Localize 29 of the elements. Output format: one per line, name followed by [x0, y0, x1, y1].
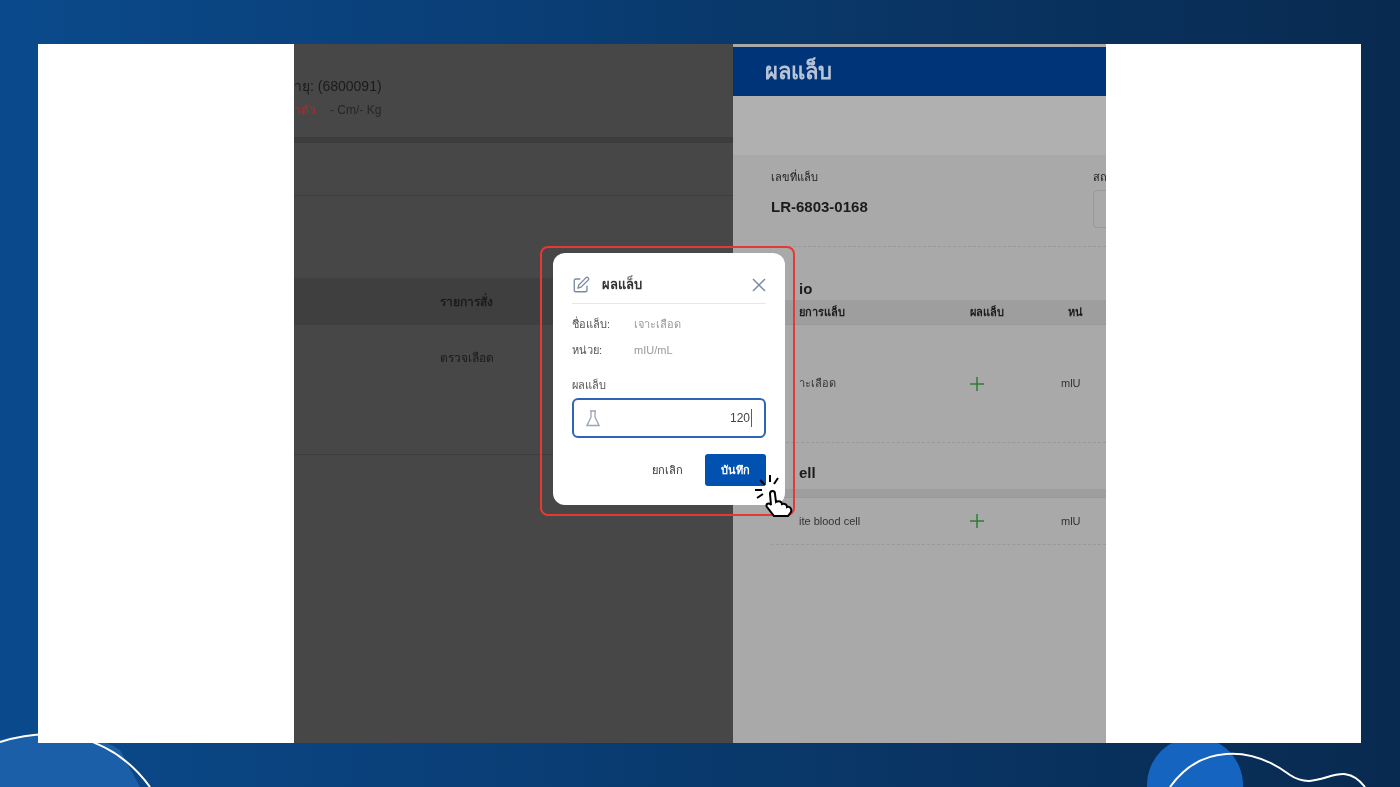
lab-number: LR-6803-0168	[771, 196, 868, 217]
table-cell-text: าะเลือด	[798, 376, 837, 392]
table-cell-text: ite blood cell	[798, 513, 862, 529]
add-icon[interactable]	[970, 376, 984, 391]
column-header: หน่	[1068, 304, 1084, 320]
column-header: ยการแล็บ	[798, 304, 846, 320]
dialog-title: ผลแล็บ	[602, 275, 643, 294]
section-title: ell	[799, 464, 816, 481]
cancel-button[interactable]: ยกเลิก	[652, 461, 683, 479]
field-value: เจาะเลือด	[634, 316, 681, 332]
add-icon[interactable]	[970, 514, 984, 528]
field-label: หน่วย:	[572, 343, 604, 358]
section-title: io	[799, 280, 813, 297]
result-value[interactable]: 120	[608, 409, 752, 427]
save-button[interactable]: บันทึก	[705, 454, 766, 486]
table-cell-text: mlU	[1061, 376, 1081, 392]
table-cell-text: mlU	[1061, 513, 1081, 529]
field-label: เลขที่แล็บ	[771, 169, 819, 185]
flask-icon	[586, 409, 600, 427]
panel-title: ผลแล็บ	[765, 56, 832, 86]
result-input[interactable]: 120	[572, 398, 766, 438]
column-header: ผลแล็บ	[970, 304, 1005, 320]
field-label: ผลแล็บ	[572, 377, 607, 393]
field-value: mIU/mL	[634, 343, 673, 358]
edit-icon	[572, 275, 590, 294]
body-label: าตัว	[294, 102, 316, 119]
close-icon[interactable]	[752, 277, 766, 292]
field-label: สถ	[1093, 170, 1106, 185]
field-label: ชื่อแล็บ:	[572, 315, 612, 332]
